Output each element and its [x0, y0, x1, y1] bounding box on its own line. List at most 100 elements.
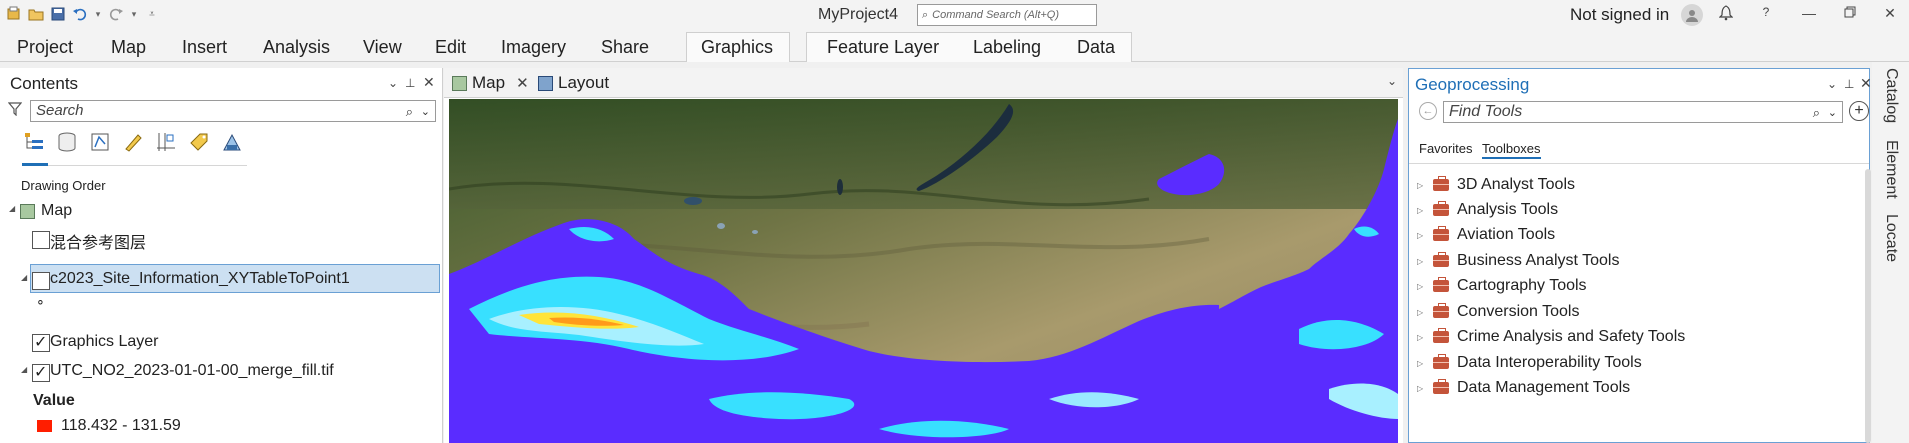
expand-triangle-icon[interactable]: ▷ — [1417, 282, 1425, 291]
expand-triangle-icon[interactable]: ▷ — [1417, 257, 1425, 266]
tab-data[interactable]: Data — [1077, 37, 1115, 58]
toolbox-list-scrollbar[interactable] — [1865, 169, 1871, 443]
pane-options-chevron-icon[interactable]: ⌄ — [388, 76, 398, 90]
list-by-data-source-icon[interactable] — [55, 130, 79, 154]
toolbar-divider — [22, 165, 247, 166]
toolbox-item[interactable]: ▷ Data Interoperability Tools — [1417, 351, 1642, 375]
tab-layout-view[interactable]: Layout — [538, 73, 609, 93]
save-icon[interactable] — [50, 6, 66, 22]
legend-color-swatch[interactable] — [37, 420, 52, 432]
tab-imagery[interactable]: Imagery — [501, 37, 566, 58]
tab-insert[interactable]: Insert — [182, 37, 227, 58]
tab-feature-layer[interactable]: Feature Layer — [827, 37, 939, 58]
toolbox-item[interactable]: ▷ Analysis Tools — [1417, 198, 1558, 222]
tree-graphics-layer-label[interactable]: Graphics Layer — [50, 333, 159, 351]
find-tools-input[interactable]: Find Tools ⌕ ⌄ — [1443, 101, 1843, 123]
subtab-divider — [1409, 163, 1869, 164]
tab-map-view[interactable]: Map ✕ — [452, 73, 529, 93]
command-search-input[interactable]: ⌕ Command Search (Alt+Q) — [917, 4, 1097, 26]
minimize-icon[interactable]: — — [1799, 5, 1819, 21]
tab-toolboxes[interactable]: Toolboxes — [1482, 141, 1541, 159]
tree-layer-basemap-label[interactable]: 混合参考图层 — [50, 229, 146, 253]
pane-options-chevron-icon[interactable]: ⌄ — [1827, 77, 1837, 91]
list-by-perspective-imagery-icon[interactable] — [220, 130, 244, 154]
view-tabs-overflow-chevron-icon[interactable]: ⌄ — [1387, 74, 1397, 88]
command-search-placeholder: Command Search (Alt+Q) — [932, 9, 1060, 21]
map-canvas[interactable] — [449, 99, 1398, 443]
notifications-bell-icon[interactable] — [1716, 5, 1736, 24]
filter-icon[interactable] — [7, 102, 23, 119]
layer2-visibility-checkbox[interactable] — [32, 272, 50, 290]
tab-favorites[interactable]: Favorites — [1419, 141, 1472, 156]
layer1-visibility-checkbox[interactable] — [32, 231, 50, 249]
list-by-drawing-order-icon[interactable] — [22, 130, 46, 154]
toolbox-item[interactable]: ▷ Cartography Tools — [1417, 274, 1587, 298]
search-icon[interactable]: ⌕ — [406, 102, 413, 122]
expand-triangle-icon[interactable]: ▷ — [1417, 308, 1425, 317]
collapse-layer4-icon[interactable]: ◢ — [21, 365, 27, 374]
title-bar: ▾ ▾ ⩡ MyProject4 ⌕ Command Search (Alt+Q… — [0, 0, 1909, 30]
toolbox-item[interactable]: ▷ 3D Analyst Tools — [1417, 173, 1575, 197]
add-toolbox-plus-icon[interactable]: + — [1849, 101, 1869, 121]
list-by-labeling-icon[interactable] — [187, 130, 211, 154]
undo-icon[interactable] — [72, 6, 88, 22]
dock-tab-locate[interactable]: Locate — [1882, 214, 1900, 262]
redo-dropdown-icon[interactable]: ▾ — [130, 6, 138, 22]
tree-layer-site-points-label[interactable]: c2023_Site_Information_XYTableToPoint1 — [50, 270, 350, 288]
dock-tab-element[interactable]: Element — [1882, 140, 1900, 199]
expand-triangle-icon[interactable]: ▷ — [1417, 384, 1425, 393]
tab-labeling[interactable]: Labeling — [973, 37, 1041, 58]
customize-qat-icon[interactable]: ⩡ — [144, 6, 160, 22]
expand-triangle-icon[interactable]: ▷ — [1417, 333, 1425, 342]
tab-analysis[interactable]: Analysis — [263, 37, 330, 58]
layer4-visibility-checkbox[interactable] — [32, 362, 50, 382]
search-dropdown-icon[interactable]: ⌄ — [1828, 103, 1837, 123]
tree-raster-layer-label[interactable]: UTC_NO2_2023-01-01-00_merge_fill.tif — [50, 362, 334, 380]
toolbox-label: Crime Analysis and Safety Tools — [1457, 328, 1686, 345]
pane-pin-icon[interactable]: ⊥ — [1844, 77, 1854, 91]
pane-pin-icon[interactable]: ⊥ — [405, 76, 415, 90]
list-by-snapping-icon[interactable] — [154, 130, 178, 154]
point-symbol-icon[interactable]: ∘ — [36, 293, 45, 310]
search-icon[interactable]: ⌕ — [1813, 103, 1820, 123]
dock-tab-catalog[interactable]: Catalog — [1882, 68, 1900, 123]
tab-share[interactable]: Share — [601, 37, 649, 58]
expand-triangle-icon[interactable]: ▷ — [1417, 231, 1425, 240]
toolbox-item[interactable]: ▷ Data Management Tools — [1417, 376, 1630, 400]
close-tab-icon[interactable]: ✕ — [516, 74, 529, 92]
tab-project[interactable]: Project — [17, 37, 73, 58]
list-by-editing-icon[interactable] — [121, 130, 145, 154]
pane-close-icon[interactable]: ✕ — [1860, 75, 1872, 92]
undo-dropdown-icon[interactable]: ▾ — [94, 6, 102, 22]
pane-close-icon[interactable]: ✕ — [423, 74, 435, 91]
back-arrow-icon[interactable]: ← — [1419, 102, 1437, 120]
layer3-visibility-checkbox[interactable] — [32, 332, 50, 352]
expand-triangle-icon[interactable]: ▷ — [1417, 181, 1425, 190]
tab-edit[interactable]: Edit — [435, 37, 466, 58]
contents-search-input[interactable]: Search ⌕ ⌄ — [30, 100, 436, 122]
search-dropdown-icon[interactable]: ⌄ — [421, 102, 430, 122]
toolbox-icon — [1433, 303, 1449, 318]
close-window-icon[interactable]: ✕ — [1880, 5, 1900, 22]
toolbox-item[interactable]: ▷ Conversion Tools — [1417, 300, 1579, 324]
toolbox-item[interactable]: ▷ Crime Analysis and Safety Tools — [1417, 325, 1685, 349]
tab-graphics[interactable]: Graphics — [701, 37, 773, 58]
collapse-map-icon[interactable]: ◢ — [9, 204, 15, 213]
sign-in-status[interactable]: Not signed in — [1570, 5, 1669, 25]
user-avatar-icon[interactable] — [1681, 4, 1703, 26]
tab-map[interactable]: Map — [111, 37, 146, 58]
collapse-layer2-icon[interactable]: ◢ — [21, 273, 27, 282]
help-icon[interactable]: ? — [1756, 5, 1776, 19]
new-project-icon[interactable] — [6, 6, 22, 22]
expand-triangle-icon[interactable]: ▷ — [1417, 359, 1425, 368]
open-project-icon[interactable] — [28, 6, 44, 22]
restore-icon[interactable] — [1840, 5, 1860, 21]
toolbox-item[interactable]: ▷ Aviation Tools — [1417, 223, 1555, 247]
toolbox-item[interactable]: ▷ Business Analyst Tools — [1417, 249, 1619, 273]
list-by-selection-icon[interactable] — [88, 130, 112, 154]
redo-icon[interactable] — [108, 6, 124, 22]
expand-triangle-icon[interactable]: ▷ — [1417, 206, 1425, 215]
active-view-indicator — [22, 163, 48, 166]
tab-view[interactable]: View — [363, 37, 402, 58]
tree-map-label[interactable]: Map — [41, 202, 72, 220]
